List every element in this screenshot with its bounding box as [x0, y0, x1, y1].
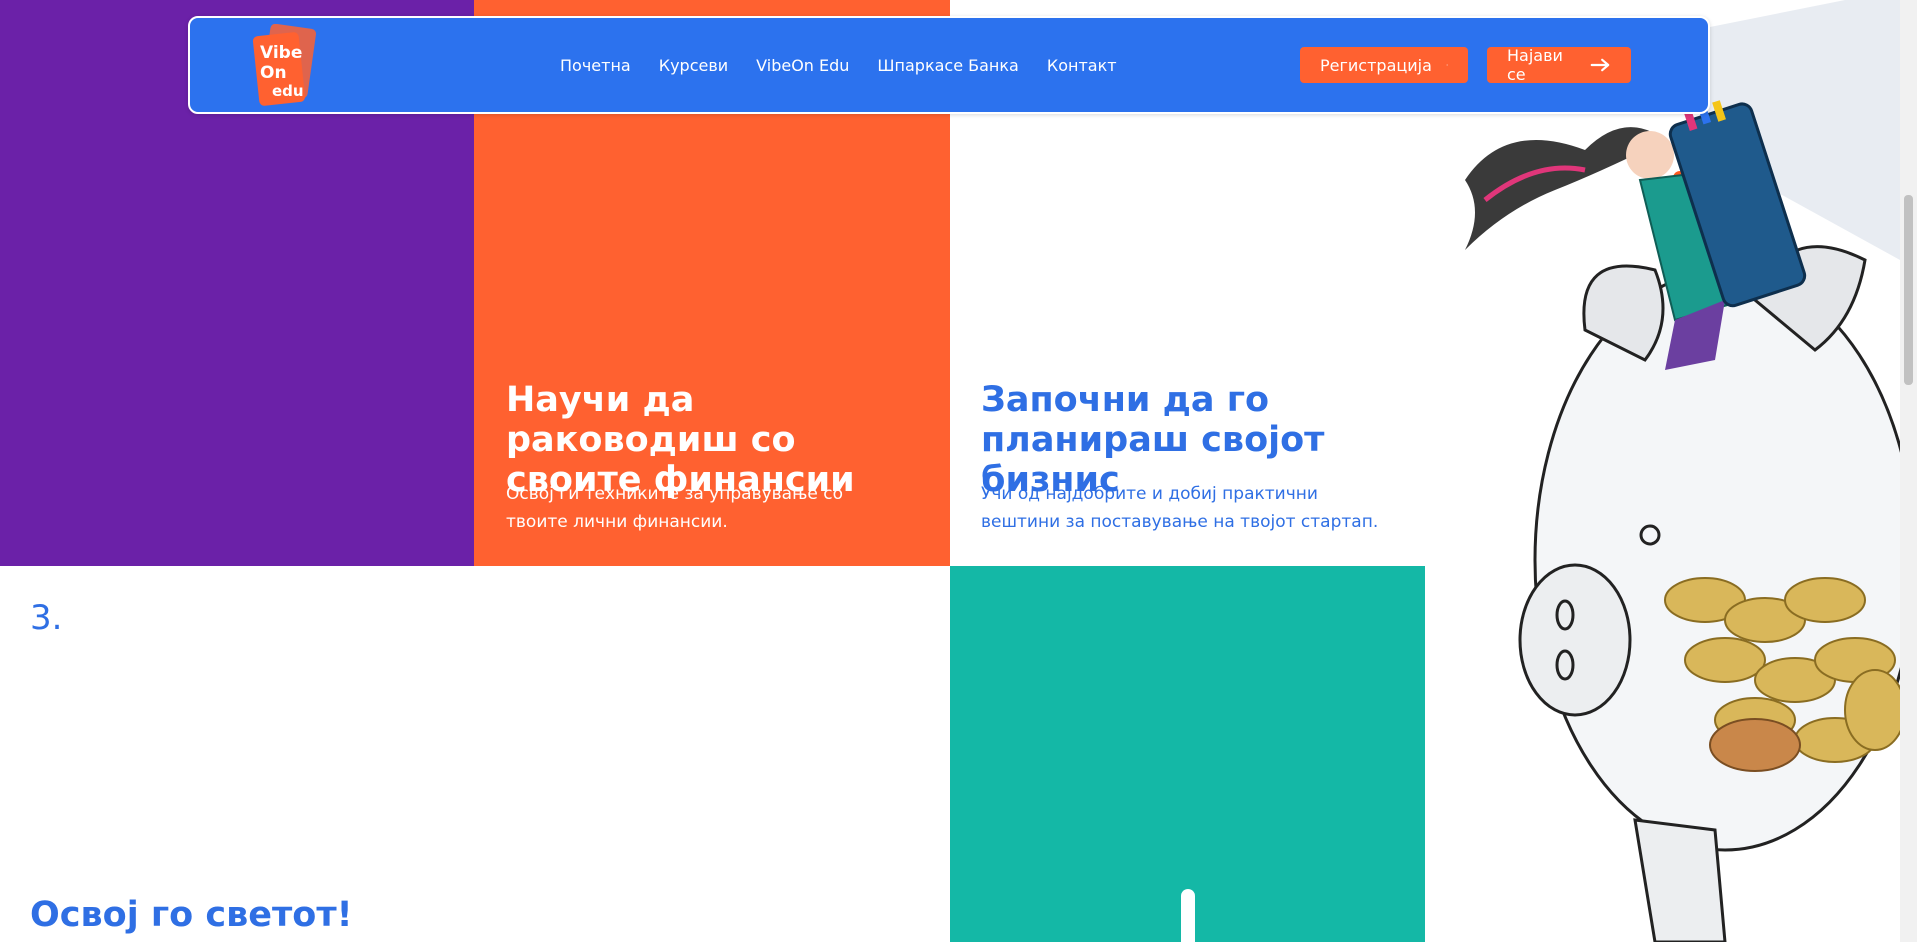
- scrollbar-thumb[interactable]: [1904, 195, 1913, 385]
- svg-text:On: On: [260, 63, 287, 83]
- nav-link-vibeon-edu[interactable]: VibeOn Edu: [756, 56, 849, 75]
- login-button[interactable]: Најави се: [1487, 46, 1631, 84]
- arrow-right-icon: [1590, 58, 1610, 72]
- conquer-title: Освој го светот!: [30, 895, 353, 935]
- piggy-bank-icon: [1465, 0, 1900, 942]
- teal-decoration-bar: [1181, 889, 1195, 942]
- nav-link-courses[interactable]: Курсеви: [659, 56, 728, 75]
- page: Научи да раководиш со своите финансии Ос…: [0, 0, 1900, 942]
- vibeon-edu-logo[interactable]: Vibe On edu: [252, 23, 317, 106]
- arrow-right-icon: [1445, 64, 1448, 66]
- svg-text:Vibe: Vibe: [260, 43, 302, 63]
- nav-link-contact[interactable]: Контакт: [1047, 56, 1117, 75]
- conquer-tile[interactable]: [0, 566, 950, 942]
- nav-link-home[interactable]: Почетна: [560, 56, 631, 75]
- business-description: Учи од најдобрите и добиј практични вешт…: [981, 484, 1379, 532]
- register-button[interactable]: Регистрација: [1300, 47, 1468, 83]
- nav-links: Почетна Курсеви VibeOn Edu Шпаркасе Банк…: [560, 18, 1117, 112]
- finance-description: Освој ги техниките за управување со твои…: [506, 484, 843, 532]
- svg-text:edu: edu: [272, 82, 304, 100]
- page-scrollbar[interactable]: [1900, 0, 1917, 942]
- teal-tile: [950, 566, 1425, 942]
- nav-link-sparkasse[interactable]: Шпаркасе Банка: [877, 56, 1018, 75]
- navbar: Vibe On edu Почетна Курсеви VibeOn Edu Ш…: [188, 16, 1710, 114]
- logo-icon: Vibe On edu: [252, 23, 317, 106]
- step-number: 3.: [30, 598, 63, 638]
- login-label: Најави се: [1507, 46, 1563, 84]
- register-label: Регистрација: [1320, 55, 1432, 75]
- piggy-bank-illustration: [1425, 0, 1900, 942]
